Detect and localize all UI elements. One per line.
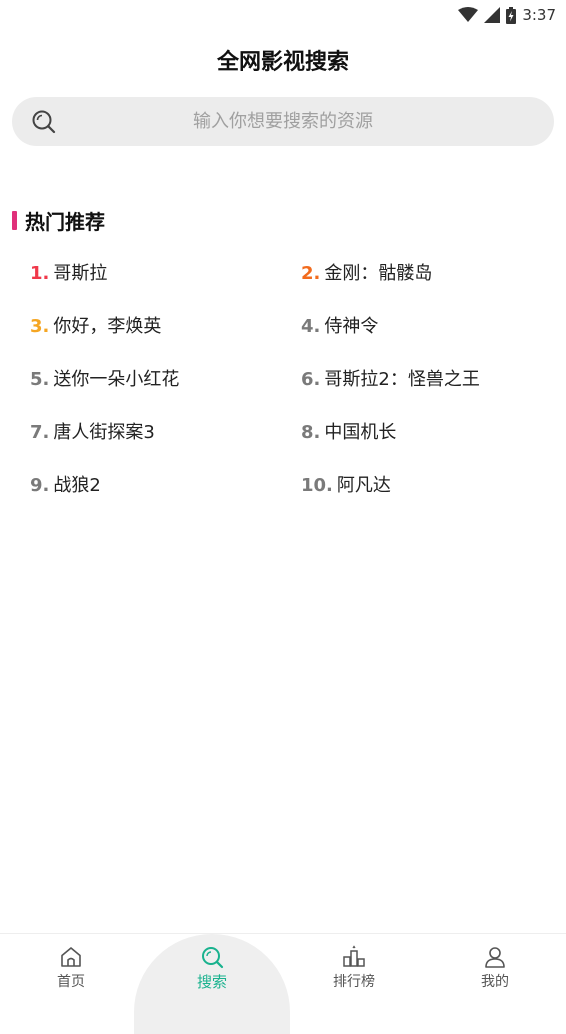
hot-item-title: 阿凡达 bbox=[336, 475, 391, 496]
hot-item-rank: 3. bbox=[30, 316, 50, 337]
hot-item-title: 你好，李焕英 bbox=[53, 316, 162, 337]
search-input[interactable] bbox=[32, 97, 534, 146]
hot-item-title: 哥斯拉2：怪兽之王 bbox=[324, 369, 480, 390]
hot-item-title: 战狼2 bbox=[53, 475, 101, 496]
hot-item-5[interactable]: 5. 送你一朵小红花 bbox=[30, 354, 179, 406]
nav-label-ranking: 排行榜 bbox=[333, 974, 375, 990]
hot-item-3[interactable]: 3. 你好，李焕英 bbox=[30, 301, 161, 353]
ranking-icon bbox=[343, 945, 365, 967]
section-accent-bar bbox=[12, 210, 17, 230]
hot-item-title: 唐人街探案3 bbox=[53, 422, 155, 443]
hot-item-title: 侍神令 bbox=[324, 316, 379, 337]
hot-item-rank: 5. bbox=[30, 369, 50, 390]
hot-item-title: 中国机长 bbox=[324, 422, 397, 443]
cell-signal-icon bbox=[484, 7, 501, 23]
hot-item-1[interactable]: 1. 哥斯拉 bbox=[30, 248, 107, 300]
hot-item-rank: 1. bbox=[30, 263, 50, 284]
status-time: 3:37 bbox=[522, 6, 556, 24]
profile-icon bbox=[485, 947, 505, 968]
hot-item-rank: 2. bbox=[301, 263, 321, 284]
hot-item-title: 金刚：骷髅岛 bbox=[324, 263, 433, 284]
nav-label-profile: 我的 bbox=[481, 974, 509, 990]
hot-item-title: 哥斯拉 bbox=[53, 263, 108, 284]
nav-label-search: 搜索 bbox=[196, 973, 227, 991]
battery-icon bbox=[506, 6, 517, 24]
nav-item-profile[interactable]: 我的 bbox=[424, 934, 566, 1006]
nav-item-ranking[interactable]: 排行榜 bbox=[283, 934, 425, 1006]
hot-section-header: 热门推荐 bbox=[12, 205, 105, 235]
hot-item-10[interactable]: 10. 阿凡达 bbox=[301, 460, 391, 512]
hot-item-rank: 7. bbox=[30, 422, 50, 443]
hot-item-6[interactable]: 6. 哥斯拉2：怪兽之王 bbox=[301, 354, 480, 406]
hot-item-4[interactable]: 4. 侍神令 bbox=[301, 301, 378, 353]
nav-label-home: 首页 bbox=[57, 974, 85, 990]
search-icon bbox=[202, 947, 224, 969]
wifi-icon bbox=[458, 7, 479, 22]
hot-item-8[interactable]: 8. 中国机长 bbox=[301, 407, 396, 459]
page-title: 全网影视搜索 bbox=[216, 50, 349, 75]
hot-item-7[interactable]: 7. 唐人街探案3 bbox=[30, 407, 155, 459]
hot-item-rank: 8. bbox=[301, 422, 321, 443]
hot-item-title: 送你一朵小红花 bbox=[53, 369, 180, 390]
bottom-nav: 首页 搜索 排行榜 我的 bbox=[0, 933, 566, 1034]
status-bar: 3:37 bbox=[0, 0, 566, 30]
hot-item-rank: 6. bbox=[301, 369, 321, 390]
hot-item-9[interactable]: 9. 战狼2 bbox=[30, 460, 101, 512]
hot-item-rank: 10. bbox=[301, 475, 333, 496]
hot-item-rank: 4. bbox=[301, 316, 321, 337]
nav-item-search[interactable]: 搜索 bbox=[141, 934, 283, 1006]
hot-item-2[interactable]: 2. 金刚：骷髅岛 bbox=[301, 248, 432, 300]
section-title: 热门推荐 bbox=[25, 209, 105, 234]
home-icon bbox=[61, 947, 81, 967]
nav-item-home[interactable]: 首页 bbox=[0, 934, 142, 1006]
search-bar[interactable] bbox=[12, 97, 554, 146]
hot-item-rank: 9. bbox=[30, 475, 50, 496]
